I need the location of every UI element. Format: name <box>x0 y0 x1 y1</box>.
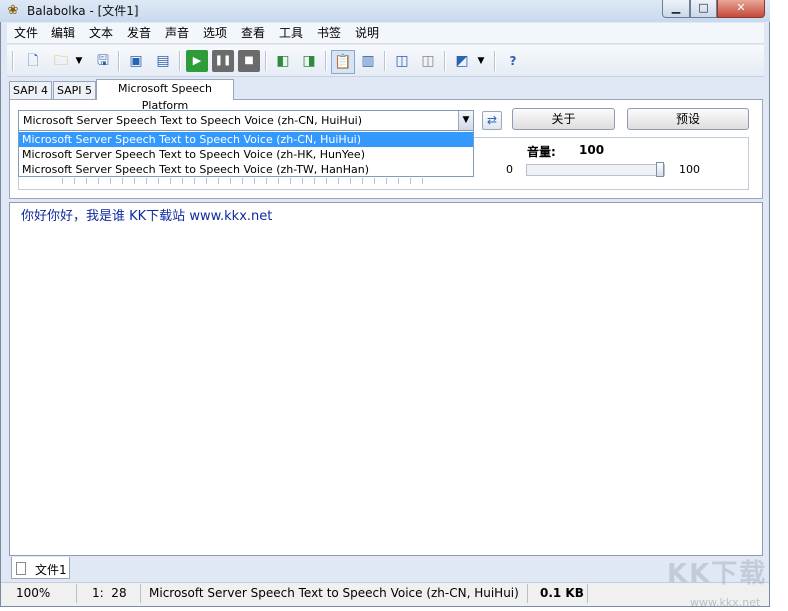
status-zoom: 100% <box>16 586 51 600</box>
app-logo-icon: ❀ <box>7 3 19 18</box>
toolbar-separator <box>118 51 120 71</box>
menu-options[interactable]: 选项 <box>201 25 229 42</box>
voice-option[interactable]: Microsoft Server Speech Text to Speech V… <box>19 162 473 177</box>
toolbar-separator <box>384 51 386 71</box>
export-audio-icon[interactable]: ▣ <box>125 50 147 72</box>
toolbar-separator <box>494 51 496 71</box>
editor-content[interactable]: 你好你好，我是谁 KK下载站 www.kkx.net <box>21 205 272 224</box>
open-folder-icon[interactable]: 🗀 <box>50 50 72 72</box>
status-cursor-position: 1: 28 <box>92 586 127 600</box>
voice-option[interactable]: Microsoft Server Speech Text to Speech V… <box>19 132 473 147</box>
toolbar-grip[interactable] <box>12 51 14 71</box>
menu-pronounce[interactable]: 发音 <box>125 25 153 42</box>
save-icon[interactable]: 🖫 <box>92 50 114 72</box>
help-icon[interactable]: ? <box>502 50 524 72</box>
insert-icon[interactable]: ◫ <box>391 50 413 72</box>
menu-file[interactable]: 文件 <box>12 25 40 42</box>
status-file-size: 0.1 KB <box>540 586 584 600</box>
compare-icon[interactable]: ◫ <box>417 50 439 72</box>
menu-bookmarks[interactable]: 书签 <box>315 25 343 42</box>
toolbar-separator <box>325 51 327 71</box>
status-separator <box>76 584 77 603</box>
status-separator <box>140 584 141 603</box>
batch-convert-icon[interactable]: ▤ <box>152 50 174 72</box>
tab-microsoft-speech-platform[interactable]: Microsoft Speech Platform <box>96 79 234 112</box>
watermark-logo: KK下载 <box>667 559 768 589</box>
status-separator <box>527 584 528 603</box>
menu-text[interactable]: 文本 <box>87 25 115 42</box>
text-editor[interactable] <box>9 202 763 556</box>
document-tab-label: 文件1 <box>35 563 67 577</box>
stop-icon[interactable]: ■ <box>238 50 260 72</box>
new-doc-icon[interactable]: 🗋 <box>22 50 44 72</box>
menu-tools[interactable]: 工具 <box>277 25 305 42</box>
watermark-url: www.kkx.net <box>690 596 761 609</box>
window-title: Balabolka - [文件1] <box>27 4 139 18</box>
status-separator <box>587 584 588 603</box>
tab-sapi5[interactable]: SAPI 5 <box>53 81 96 99</box>
next-icon[interactable]: ◨ <box>298 50 320 72</box>
dropdown-arrow-icon[interactable]: ▼ <box>72 50 86 72</box>
chevron-down-icon[interactable]: ▼ <box>458 111 473 130</box>
volume-label: 音量: <box>527 145 556 159</box>
menu-help[interactable]: 说明 <box>353 25 381 42</box>
status-voice: Microsoft Server Speech Text to Speech V… <box>149 586 519 600</box>
dropdown-arrow-icon[interactable]: ▼ <box>474 50 488 72</box>
voice-option[interactable]: Microsoft Server Speech Text to Speech V… <box>19 147 473 162</box>
toolbar-separator <box>265 51 267 71</box>
voice-dropdown-list: Microsoft Server Speech Text to Speech V… <box>18 130 474 177</box>
menu-bar: 文件 编辑 文本 发音 声音 选项 查看 工具 书签 说明 <box>7 23 764 44</box>
toolbar-separator <box>179 51 181 71</box>
toolbar: 🗋 🗀 ▼ 🖫 ▣ ▤ ▶ ❚❚ ■ ◧ ◨ 📋 ▥ ◫ ◫ ◩ ▼ ? <box>7 45 764 77</box>
preset-button[interactable]: 预设 <box>627 108 749 130</box>
volume-slider[interactable] <box>526 164 665 176</box>
volume-slider-thumb[interactable] <box>656 162 664 177</box>
pause-icon[interactable]: ❚❚ <box>212 50 234 72</box>
clipboard-icon[interactable]: 📋 <box>331 50 355 74</box>
volume-value: 100 <box>579 143 605 157</box>
voice-select[interactable]: Microsoft Server Speech Text to Speech V… <box>18 110 474 131</box>
voice-icon[interactable]: ◩ <box>451 50 473 72</box>
prev-icon[interactable]: ◧ <box>272 50 294 72</box>
volume-min-label: 0 <box>506 163 513 176</box>
about-button[interactable]: 关于 <box>512 108 615 130</box>
minimize-button[interactable]: ▁ <box>662 0 690 18</box>
menu-voice[interactable]: 声音 <box>163 25 191 42</box>
close-button[interactable]: ✕ <box>717 0 765 18</box>
menu-edit[interactable]: 编辑 <box>49 25 77 42</box>
volume-max-label: 100 <box>679 163 700 176</box>
rate-slider-ticks <box>62 178 432 184</box>
menu-view[interactable]: 查看 <box>239 25 267 42</box>
play-icon[interactable]: ▶ <box>186 50 208 72</box>
spell-icon[interactable]: ▥ <box>357 50 379 72</box>
document-icon <box>16 562 26 575</box>
toolbar-separator <box>444 51 446 71</box>
refresh-voices-button[interactable]: ⇄ <box>482 111 502 130</box>
tab-sapi4[interactable]: SAPI 4 <box>9 81 52 99</box>
maximize-button[interactable]: □ <box>690 0 717 18</box>
